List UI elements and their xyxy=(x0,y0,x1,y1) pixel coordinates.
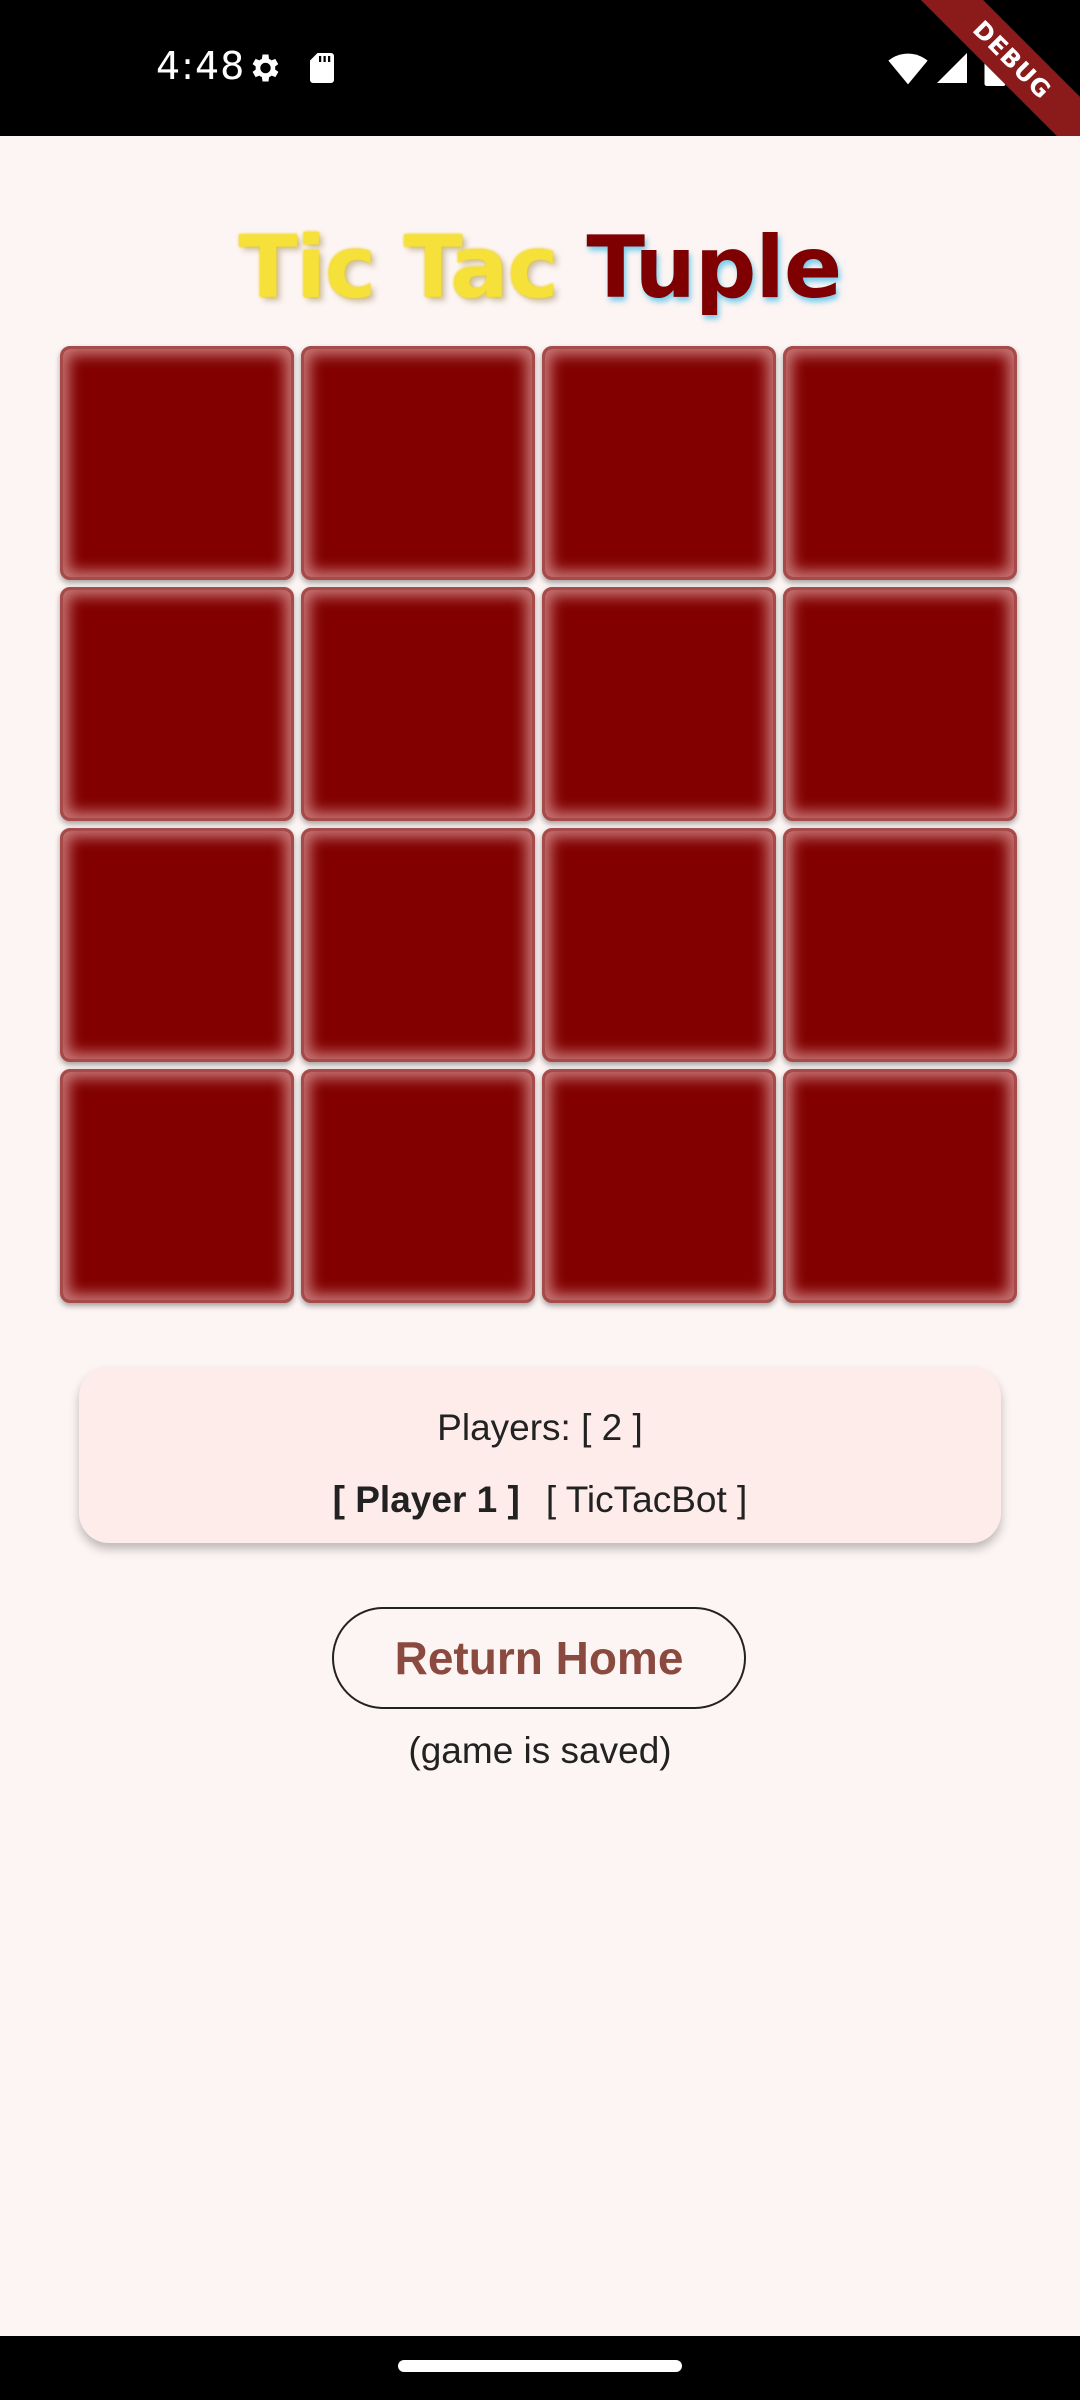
board-cell[interactable] xyxy=(60,828,294,1062)
board-cell[interactable] xyxy=(301,587,535,821)
status-bar: 4:48 DEBUG xyxy=(0,0,1080,168)
wifi-icon xyxy=(888,50,928,86)
board-cell[interactable] xyxy=(301,346,535,580)
players-card: Players: [ 2 ] [ Player 1 ] [ TicTacBot ] xyxy=(79,1367,1001,1543)
player-other: [ TicTacBot ] xyxy=(545,1479,748,1520)
board-cell[interactable] xyxy=(301,828,535,1062)
board-cell[interactable] xyxy=(60,346,294,580)
gear-icon xyxy=(246,50,282,86)
board-cell[interactable] xyxy=(783,1069,1017,1303)
player-current: [ Player 1 ] xyxy=(332,1479,520,1520)
app-screen: Tic Tac Tuple Players: [ 2 ] [ Player 1 … xyxy=(0,136,1080,2336)
board-cell[interactable] xyxy=(542,828,776,1062)
board-cell[interactable] xyxy=(542,1069,776,1303)
board-cell[interactable] xyxy=(542,587,776,821)
board-cell[interactable] xyxy=(783,346,1017,580)
title-part-tuple: Tuple xyxy=(586,218,842,318)
saved-note: (game is saved) xyxy=(408,1730,672,1771)
navigation-bar xyxy=(0,2336,1080,2400)
players-count: Players: [ 2 ] xyxy=(437,1407,643,1448)
board-cell[interactable] xyxy=(60,587,294,821)
board-cell[interactable] xyxy=(783,828,1017,1062)
board-cell[interactable] xyxy=(783,587,1017,821)
board-cell[interactable] xyxy=(60,1069,294,1303)
signal-icon xyxy=(934,50,970,86)
return-home-button[interactable]: Return Home xyxy=(332,1607,746,1709)
board-cell[interactable] xyxy=(542,346,776,580)
title-part-tic-tac: Tic Tac xyxy=(238,218,587,318)
board-cell[interactable] xyxy=(301,1069,535,1303)
players-row: [ Player 1 ] [ TicTacBot ] xyxy=(79,1479,1001,1521)
status-time: 4:48 xyxy=(156,44,246,88)
game-board xyxy=(60,346,1022,1308)
sd-card-icon xyxy=(304,50,340,86)
home-indicator[interactable] xyxy=(398,2360,682,2372)
page-title: Tic Tac Tuple xyxy=(0,218,1080,318)
